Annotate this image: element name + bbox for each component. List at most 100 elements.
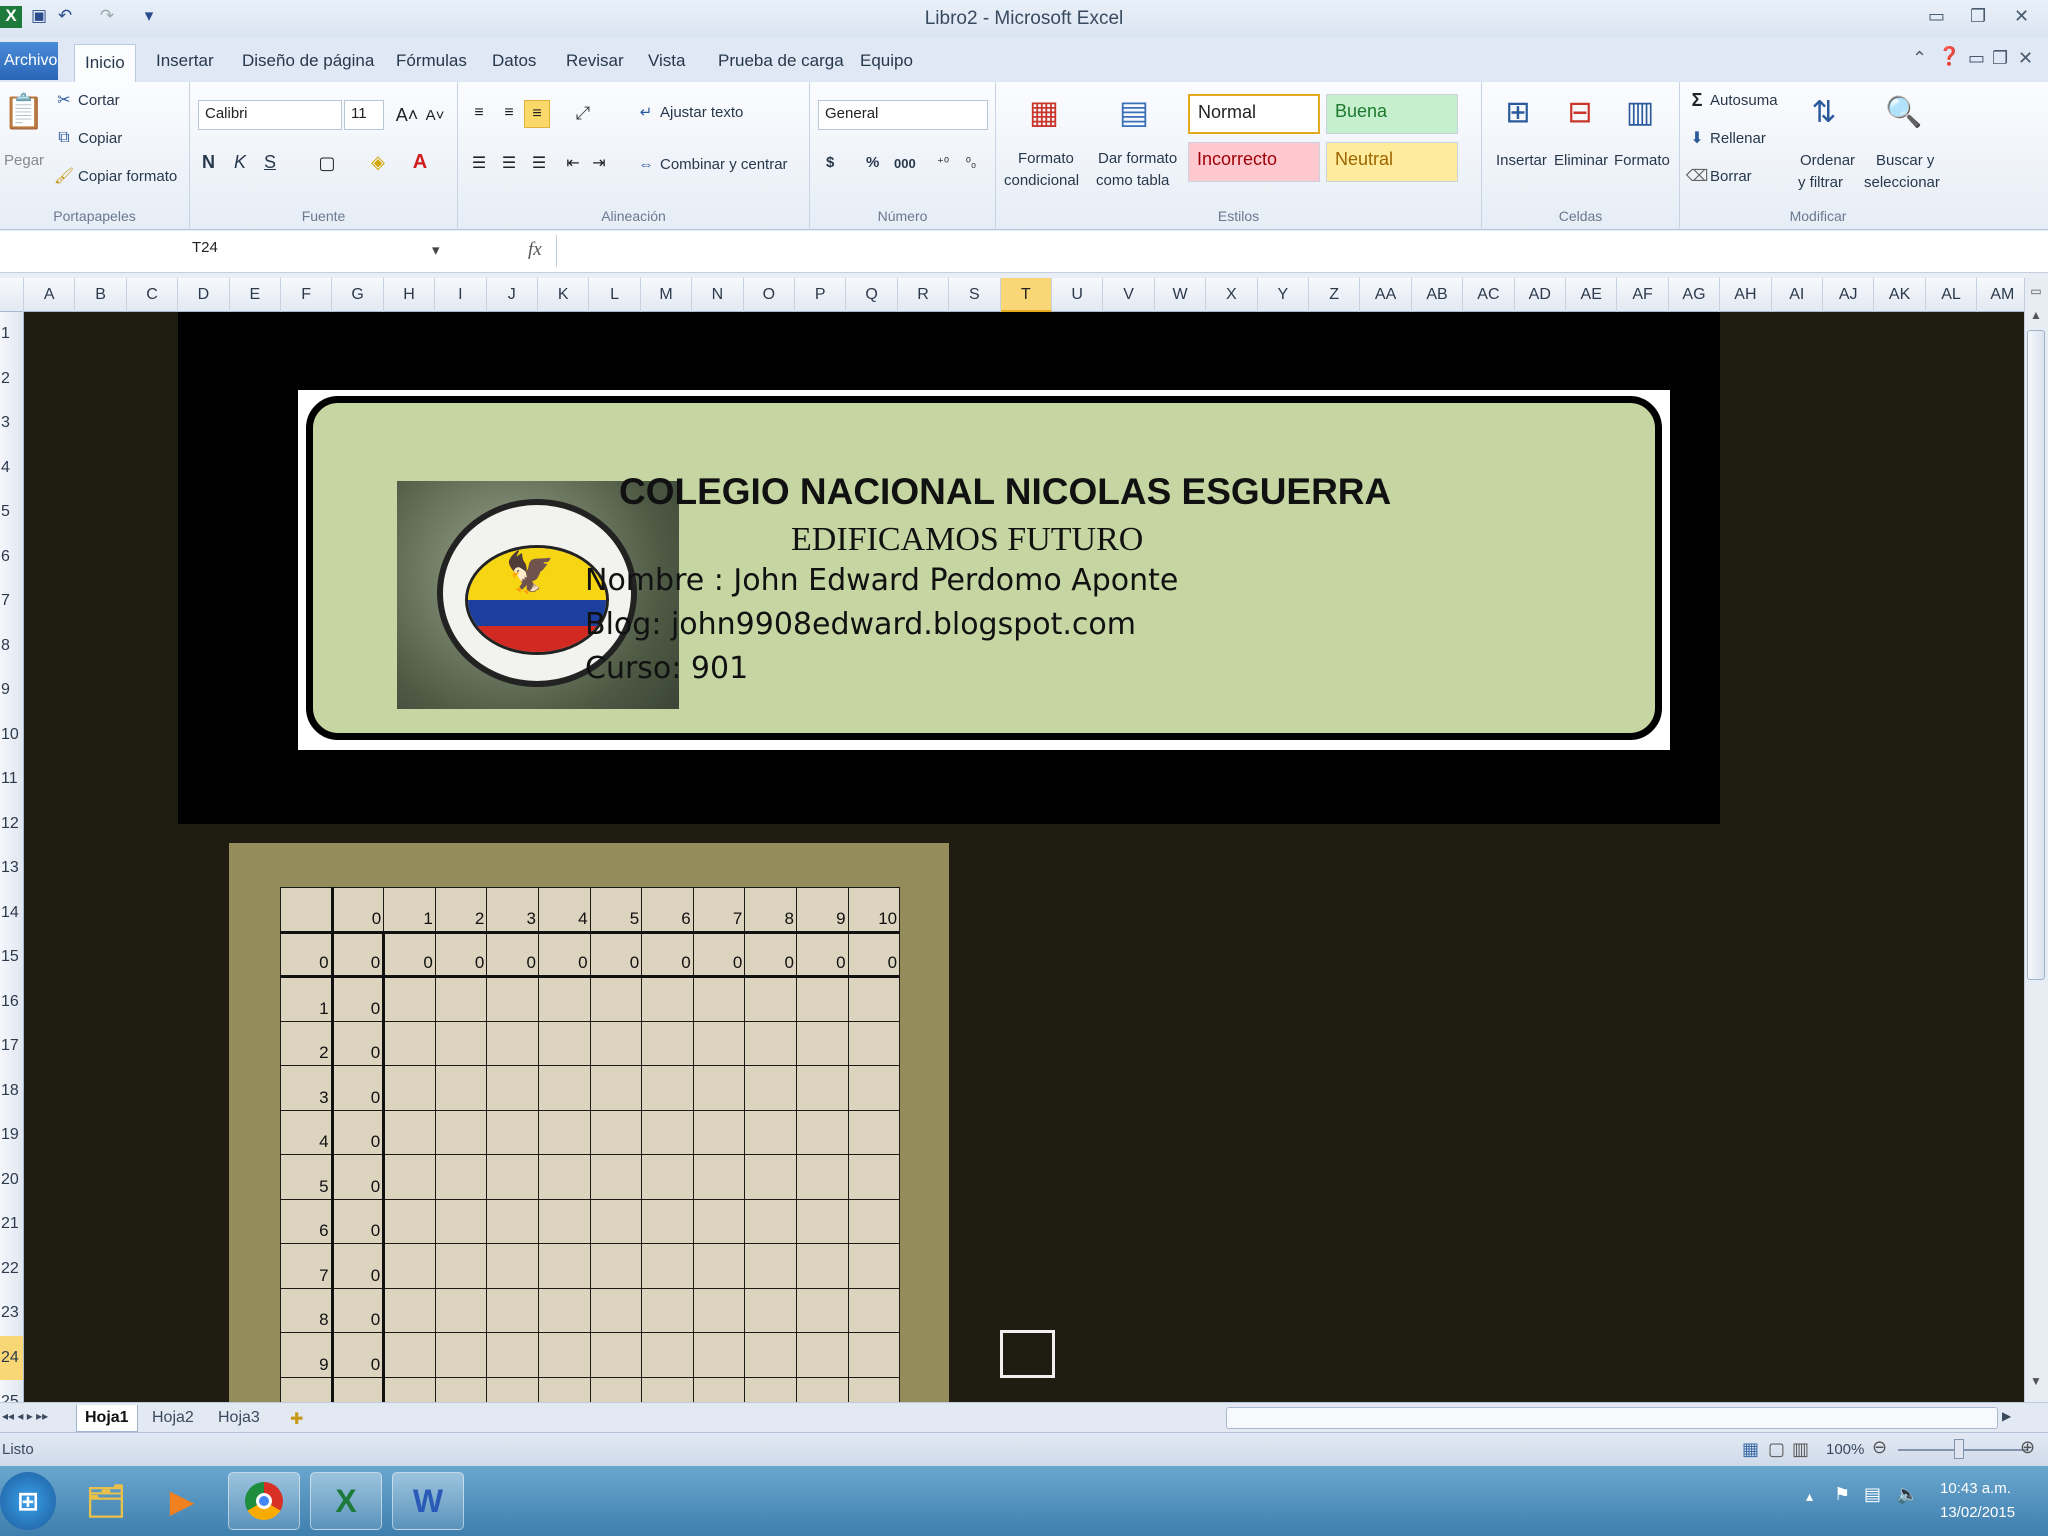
- table-cell[interactable]: 0: [486, 931, 539, 978]
- sort-filter-icon[interactable]: ⇅: [1804, 88, 1844, 136]
- table-cell[interactable]: 0: [331, 1332, 386, 1378]
- table-cell[interactable]: [589, 976, 643, 1022]
- table-cell[interactable]: 0: [692, 931, 746, 978]
- table-cell[interactable]: 0: [434, 931, 488, 978]
- media-player-icon[interactable]: ▶: [146, 1472, 218, 1530]
- format-as-table-label-1[interactable]: Dar formato: [1098, 150, 1177, 167]
- autosum-button[interactable]: Autosuma: [1710, 92, 1778, 109]
- align-right-icon[interactable]: ☰: [528, 152, 550, 174]
- align-top-icon[interactable]: ≡: [468, 102, 490, 124]
- column-header[interactable]: V: [1103, 278, 1155, 312]
- increase-decimal-icon[interactable]: ⁺⁰: [932, 152, 954, 174]
- zoom-in-icon[interactable]: ⊕: [2020, 1437, 2035, 1458]
- column-header[interactable]: AA: [1360, 278, 1412, 312]
- column-header[interactable]: AG: [1669, 278, 1721, 312]
- page-break-view-icon[interactable]: ▥: [1792, 1439, 1809, 1460]
- row-header[interactable]: 4: [0, 446, 23, 491]
- fill-icon[interactable]: ⬇: [1688, 128, 1706, 148]
- column-header[interactable]: N: [692, 278, 744, 312]
- column-header[interactable]: H: [384, 278, 436, 312]
- table-cell[interactable]: [434, 976, 488, 1022]
- doc-close-icon[interactable]: ✕: [2018, 48, 2033, 69]
- row-header[interactable]: 1: [0, 312, 23, 357]
- column-header[interactable]: R: [898, 278, 950, 312]
- normal-view-icon[interactable]: ▦: [1742, 1439, 1759, 1460]
- table-cell[interactable]: [795, 1376, 849, 1402]
- shrink-font-icon[interactable]: A˅: [424, 102, 446, 128]
- percent-button[interactable]: %: [866, 154, 879, 171]
- table-header-cell[interactable]: 2: [434, 887, 488, 934]
- row-header[interactable]: 19: [0, 1113, 23, 1158]
- row-header[interactable]: 18: [0, 1069, 23, 1114]
- tray-expand-icon[interactable]: ▴: [1806, 1488, 1813, 1505]
- table-cell[interactable]: [847, 1065, 901, 1111]
- table-cell[interactable]: [434, 1243, 488, 1289]
- row-header[interactable]: 21: [0, 1202, 23, 1247]
- column-header[interactable]: X: [1206, 278, 1258, 312]
- table-cell[interactable]: [589, 1376, 643, 1402]
- row-header[interactable]: 7: [0, 579, 23, 624]
- column-header[interactable]: AJ: [1823, 278, 1875, 312]
- table-cell[interactable]: [641, 1287, 694, 1333]
- table-cell[interactable]: 0: [589, 931, 643, 978]
- table-cell[interactable]: [744, 1065, 797, 1111]
- table-cell[interactable]: 0: [331, 931, 386, 978]
- column-header[interactable]: AI: [1772, 278, 1823, 312]
- row-header[interactable]: 22: [0, 1247, 23, 1292]
- find-select-label-1[interactable]: Buscar y: [1876, 152, 1934, 169]
- table-cell[interactable]: [486, 1287, 539, 1333]
- column-header[interactable]: AH: [1720, 278, 1772, 312]
- table-cell[interactable]: [486, 1065, 539, 1111]
- table-cell[interactable]: [795, 976, 849, 1022]
- table-cell[interactable]: [744, 1198, 797, 1244]
- tab-vista[interactable]: Vista: [638, 48, 696, 74]
- row-header[interactable]: 23: [0, 1291, 23, 1336]
- format-as-table-icon[interactable]: ▤: [1112, 88, 1156, 136]
- table-cell[interactable]: [589, 1020, 643, 1066]
- tab-archivo[interactable]: Archivo: [0, 42, 58, 80]
- fill-button[interactable]: Rellenar: [1710, 130, 1766, 147]
- fill-color-icon[interactable]: ◈: [366, 150, 390, 174]
- column-header[interactable]: E: [230, 278, 281, 312]
- table-cell[interactable]: 10: [280, 1376, 334, 1402]
- bold-button[interactable]: N: [202, 152, 215, 173]
- table-cell[interactable]: 0: [331, 1198, 386, 1244]
- table-cell[interactable]: [847, 1376, 901, 1402]
- table-header-cell[interactable]: 3: [486, 887, 539, 934]
- column-header[interactable]: D: [178, 278, 230, 312]
- table-cell[interactable]: [692, 976, 746, 1022]
- table-cell[interactable]: [744, 1109, 797, 1155]
- table-cell[interactable]: [383, 1020, 436, 1066]
- decrease-indent-icon[interactable]: ⇤: [562, 152, 584, 174]
- table-cell[interactable]: [744, 976, 797, 1022]
- name-box[interactable]: T24: [0, 235, 446, 267]
- table-cell[interactable]: [795, 1109, 849, 1155]
- table-cell[interactable]: [589, 1154, 643, 1200]
- column-header[interactable]: F: [281, 278, 333, 312]
- tab-revisar[interactable]: Revisar: [556, 48, 634, 74]
- borders-icon[interactable]: ▢: [316, 152, 338, 174]
- table-cell[interactable]: [589, 1287, 643, 1333]
- table-cell[interactable]: 4: [280, 1109, 334, 1155]
- table-cell[interactable]: [383, 1332, 436, 1378]
- format-as-table-label-2[interactable]: como tabla: [1096, 172, 1169, 189]
- table-cell[interactable]: [795, 1243, 849, 1289]
- row-header[interactable]: 11: [0, 757, 23, 802]
- table-cell[interactable]: [641, 1020, 694, 1066]
- table-cell[interactable]: 0: [331, 1287, 386, 1333]
- format-painter-icon[interactable]: 🖌: [54, 166, 74, 186]
- formula-input[interactable]: [556, 235, 2024, 267]
- table-cell[interactable]: [486, 1243, 539, 1289]
- insert-function-button[interactable]: fx: [528, 239, 542, 261]
- row-header[interactable]: 5: [0, 490, 23, 535]
- row-header[interactable]: 14: [0, 891, 23, 936]
- row-header[interactable]: 9: [0, 668, 23, 713]
- scroll-down-icon[interactable]: ▼: [2027, 1374, 2045, 1392]
- table-cell[interactable]: [641, 1243, 694, 1289]
- table-cell[interactable]: 0: [537, 931, 591, 978]
- table-cell[interactable]: [383, 1198, 436, 1244]
- delete-cells-button[interactable]: Eliminar: [1554, 152, 1608, 169]
- conditional-format-icon[interactable]: ▦: [1022, 88, 1066, 136]
- row-header[interactable]: 6: [0, 535, 23, 580]
- table-header-cell[interactable]: [280, 887, 334, 934]
